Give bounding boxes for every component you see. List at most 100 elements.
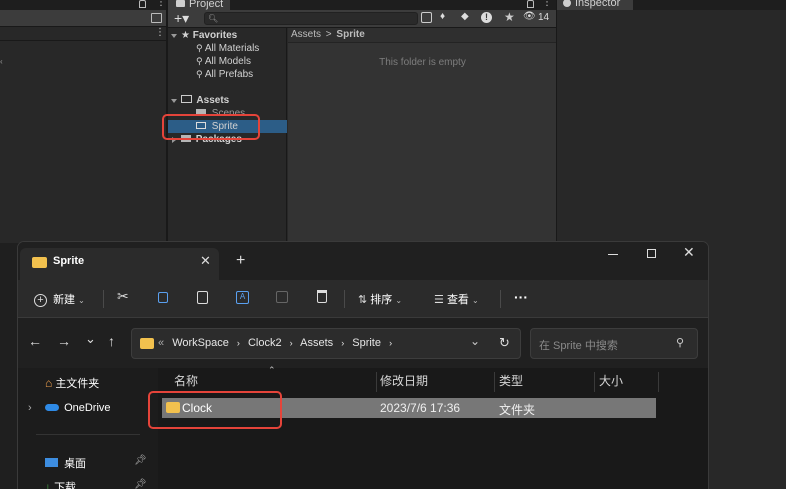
view-button[interactable]: ☰ 查看 ⌄ bbox=[434, 291, 479, 307]
address-segment[interactable]: Clock2 bbox=[248, 337, 282, 349]
rename-icon[interactable]: A bbox=[236, 291, 249, 304]
share-icon[interactable] bbox=[276, 291, 288, 303]
tree-assets[interactable]: Assets bbox=[171, 94, 229, 107]
back-arrow-icon[interactable]: ← bbox=[28, 333, 42, 349]
navigation-pane: ⌂ 主文件夹 › OneDrive 桌面 📌︎ ↓ 下载 📌︎ bbox=[18, 368, 147, 489]
hidden-packages-icon[interactable]: 👁︎ bbox=[523, 11, 536, 22]
kebab-menu-icon[interactable]: ⋮ bbox=[542, 0, 552, 8]
refresh-icon[interactable]: ↻ bbox=[499, 335, 510, 351]
forward-arrow-icon[interactable]: → bbox=[57, 333, 71, 349]
pin-icon[interactable]: 📌︎ bbox=[134, 479, 147, 489]
sort-icon: ⇅ bbox=[358, 294, 368, 306]
toolbar-separator bbox=[103, 290, 104, 308]
breadcrumb-assets[interactable]: Assets bbox=[291, 29, 321, 40]
chevron-right-icon: › bbox=[341, 338, 345, 348]
project-tabbar: Project ⋮ bbox=[168, 0, 557, 10]
folder-icon bbox=[32, 257, 47, 268]
favorite-star-icon[interactable]: ★ bbox=[504, 10, 515, 24]
tab-sprite[interactable]: Sprite ✕ bbox=[20, 248, 219, 280]
tag-icon[interactable]: ◆ bbox=[461, 11, 469, 22]
nav-divider bbox=[36, 434, 140, 435]
pin-icon[interactable]: 📌︎ bbox=[134, 455, 147, 466]
search-icon: 🔍︎ bbox=[208, 14, 219, 23]
nav-label: 下载 bbox=[54, 482, 77, 489]
nav-item-desktop[interactable]: 桌面 bbox=[45, 455, 86, 471]
chevron-down-icon: ⌄ bbox=[472, 296, 479, 305]
close-window-button[interactable]: ✕ bbox=[683, 244, 695, 261]
address-segment[interactable]: Sprite bbox=[352, 337, 381, 349]
desktop-icon bbox=[45, 458, 58, 467]
favorite-label: All Materials bbox=[204, 43, 260, 54]
recent-chevron-icon[interactable]: ⌄ bbox=[85, 331, 96, 347]
address-overflow[interactable]: « bbox=[158, 337, 164, 349]
filter-type-icon[interactable] bbox=[421, 12, 432, 23]
download-icon: ↓ bbox=[45, 480, 51, 489]
file-modified: 2023/7/6 17:36 bbox=[380, 401, 461, 415]
explorer-window: Sprite ✕ + ✕ + 新建 ⌄ ✂ A ⇅ 排序 ⌄ ☰ 查看 ⌄ ··… bbox=[17, 241, 709, 489]
lock-icon[interactable] bbox=[139, 0, 146, 8]
chevron-right-icon: › bbox=[289, 338, 293, 348]
nav-item-home[interactable]: ⌂ 主文件夹 bbox=[45, 375, 99, 391]
chevron-right-icon: › bbox=[236, 338, 240, 348]
empty-folder-message: This folder is empty bbox=[379, 57, 466, 68]
minimize-button[interactable] bbox=[608, 254, 618, 255]
column-header-modified[interactable]: 修改日期 bbox=[380, 368, 428, 394]
kebab-menu-icon[interactable]: ⋮ bbox=[155, 27, 165, 38]
filter-label-icon[interactable]: ♦ bbox=[440, 11, 445, 22]
address-segment[interactable]: WorkSpace bbox=[172, 337, 229, 349]
add-asset-button[interactable]: +▾ bbox=[174, 10, 189, 26]
tab-project[interactable]: Project bbox=[168, 0, 230, 10]
collapsed-arrow-icon[interactable]: ‹ bbox=[0, 57, 3, 66]
hidden-count: 14 bbox=[538, 12, 550, 23]
close-tab-icon[interactable]: ✕ bbox=[200, 253, 211, 269]
project-tab-label: Project bbox=[189, 0, 224, 10]
nav-item-onedrive[interactable]: OneDrive bbox=[45, 402, 111, 414]
more-options-button[interactable]: ··· bbox=[514, 289, 528, 305]
address-bar[interactable]: « WorkSpace › Clock2 › Assets › Sprite ›… bbox=[131, 328, 521, 359]
folder-icon bbox=[176, 0, 185, 7]
folder-icon bbox=[140, 338, 154, 349]
command-bar: + 新建 ⌄ ✂ A ⇅ 排序 ⌄ ☰ 查看 ⌄ ··· bbox=[18, 280, 708, 318]
project-search-input[interactable]: 🔍︎ bbox=[204, 12, 418, 25]
scene-visibility-icon[interactable] bbox=[151, 13, 162, 23]
address-dropdown-icon[interactable]: ⌄ bbox=[470, 334, 480, 348]
tree-favorite-item[interactable]: ⚲ All Models bbox=[196, 55, 251, 68]
favorite-label: All Models bbox=[204, 56, 251, 67]
search-icon: ⚲ bbox=[196, 56, 203, 66]
search-icon: ⚲ bbox=[196, 69, 203, 79]
breadcrumb-current: Sprite bbox=[336, 29, 365, 40]
project-content-area: Assets > Sprite This folder is empty bbox=[288, 28, 557, 243]
navigation-row: ← → ⌄ ↑ « WorkSpace › Clock2 › Assets › … bbox=[18, 318, 708, 368]
tree-favorite-item[interactable]: ⚲ All Prefabs bbox=[196, 68, 253, 81]
chevron-down-icon: ⌄ bbox=[395, 296, 403, 305]
warning-icon[interactable]: ! bbox=[481, 12, 492, 23]
kebab-menu-icon[interactable]: ⋮ bbox=[156, 0, 166, 8]
chevron-down-icon: ⌄ bbox=[78, 296, 85, 305]
paste-icon[interactable] bbox=[197, 291, 208, 304]
up-arrow-icon[interactable]: ↑ bbox=[108, 333, 115, 349]
maximize-button[interactable] bbox=[647, 249, 656, 258]
tab-inspector[interactable]: Inspector bbox=[557, 0, 633, 10]
new-button[interactable]: + 新建 ⌄ bbox=[34, 291, 85, 307]
nav-label: 主文件夹 bbox=[55, 378, 100, 390]
chevron-right-icon[interactable]: › bbox=[28, 402, 32, 414]
new-tab-button[interactable]: + bbox=[236, 252, 245, 270]
sort-label: 排序 bbox=[370, 294, 393, 306]
sort-button[interactable]: ⇅ 排序 ⌄ bbox=[358, 291, 402, 307]
inspector-tabbar: Inspector bbox=[557, 0, 786, 10]
delete-icon[interactable] bbox=[317, 290, 327, 303]
column-header-size[interactable]: 大小 bbox=[599, 368, 623, 394]
column-header-type[interactable]: 类型 bbox=[499, 368, 523, 394]
search-icon: ⚲ bbox=[676, 337, 685, 349]
search-input[interactable]: 在 Sprite 中搜索 ⚲ bbox=[530, 328, 698, 359]
cut-icon[interactable]: ✂ bbox=[117, 288, 129, 305]
tree-favorites[interactable]: ★ Favorites bbox=[171, 29, 237, 42]
nav-item-downloads[interactable]: ↓ 下载 bbox=[45, 479, 76, 489]
address-segment[interactable]: Assets bbox=[300, 337, 333, 349]
nav-label: 桌面 bbox=[64, 458, 87, 470]
lock-icon[interactable] bbox=[527, 0, 534, 8]
copy-icon[interactable] bbox=[158, 292, 168, 303]
toolbar-separator bbox=[500, 290, 501, 308]
tree-favorite-item[interactable]: ⚲ All Materials bbox=[196, 42, 259, 55]
hierarchy-toolbar bbox=[0, 10, 167, 27]
